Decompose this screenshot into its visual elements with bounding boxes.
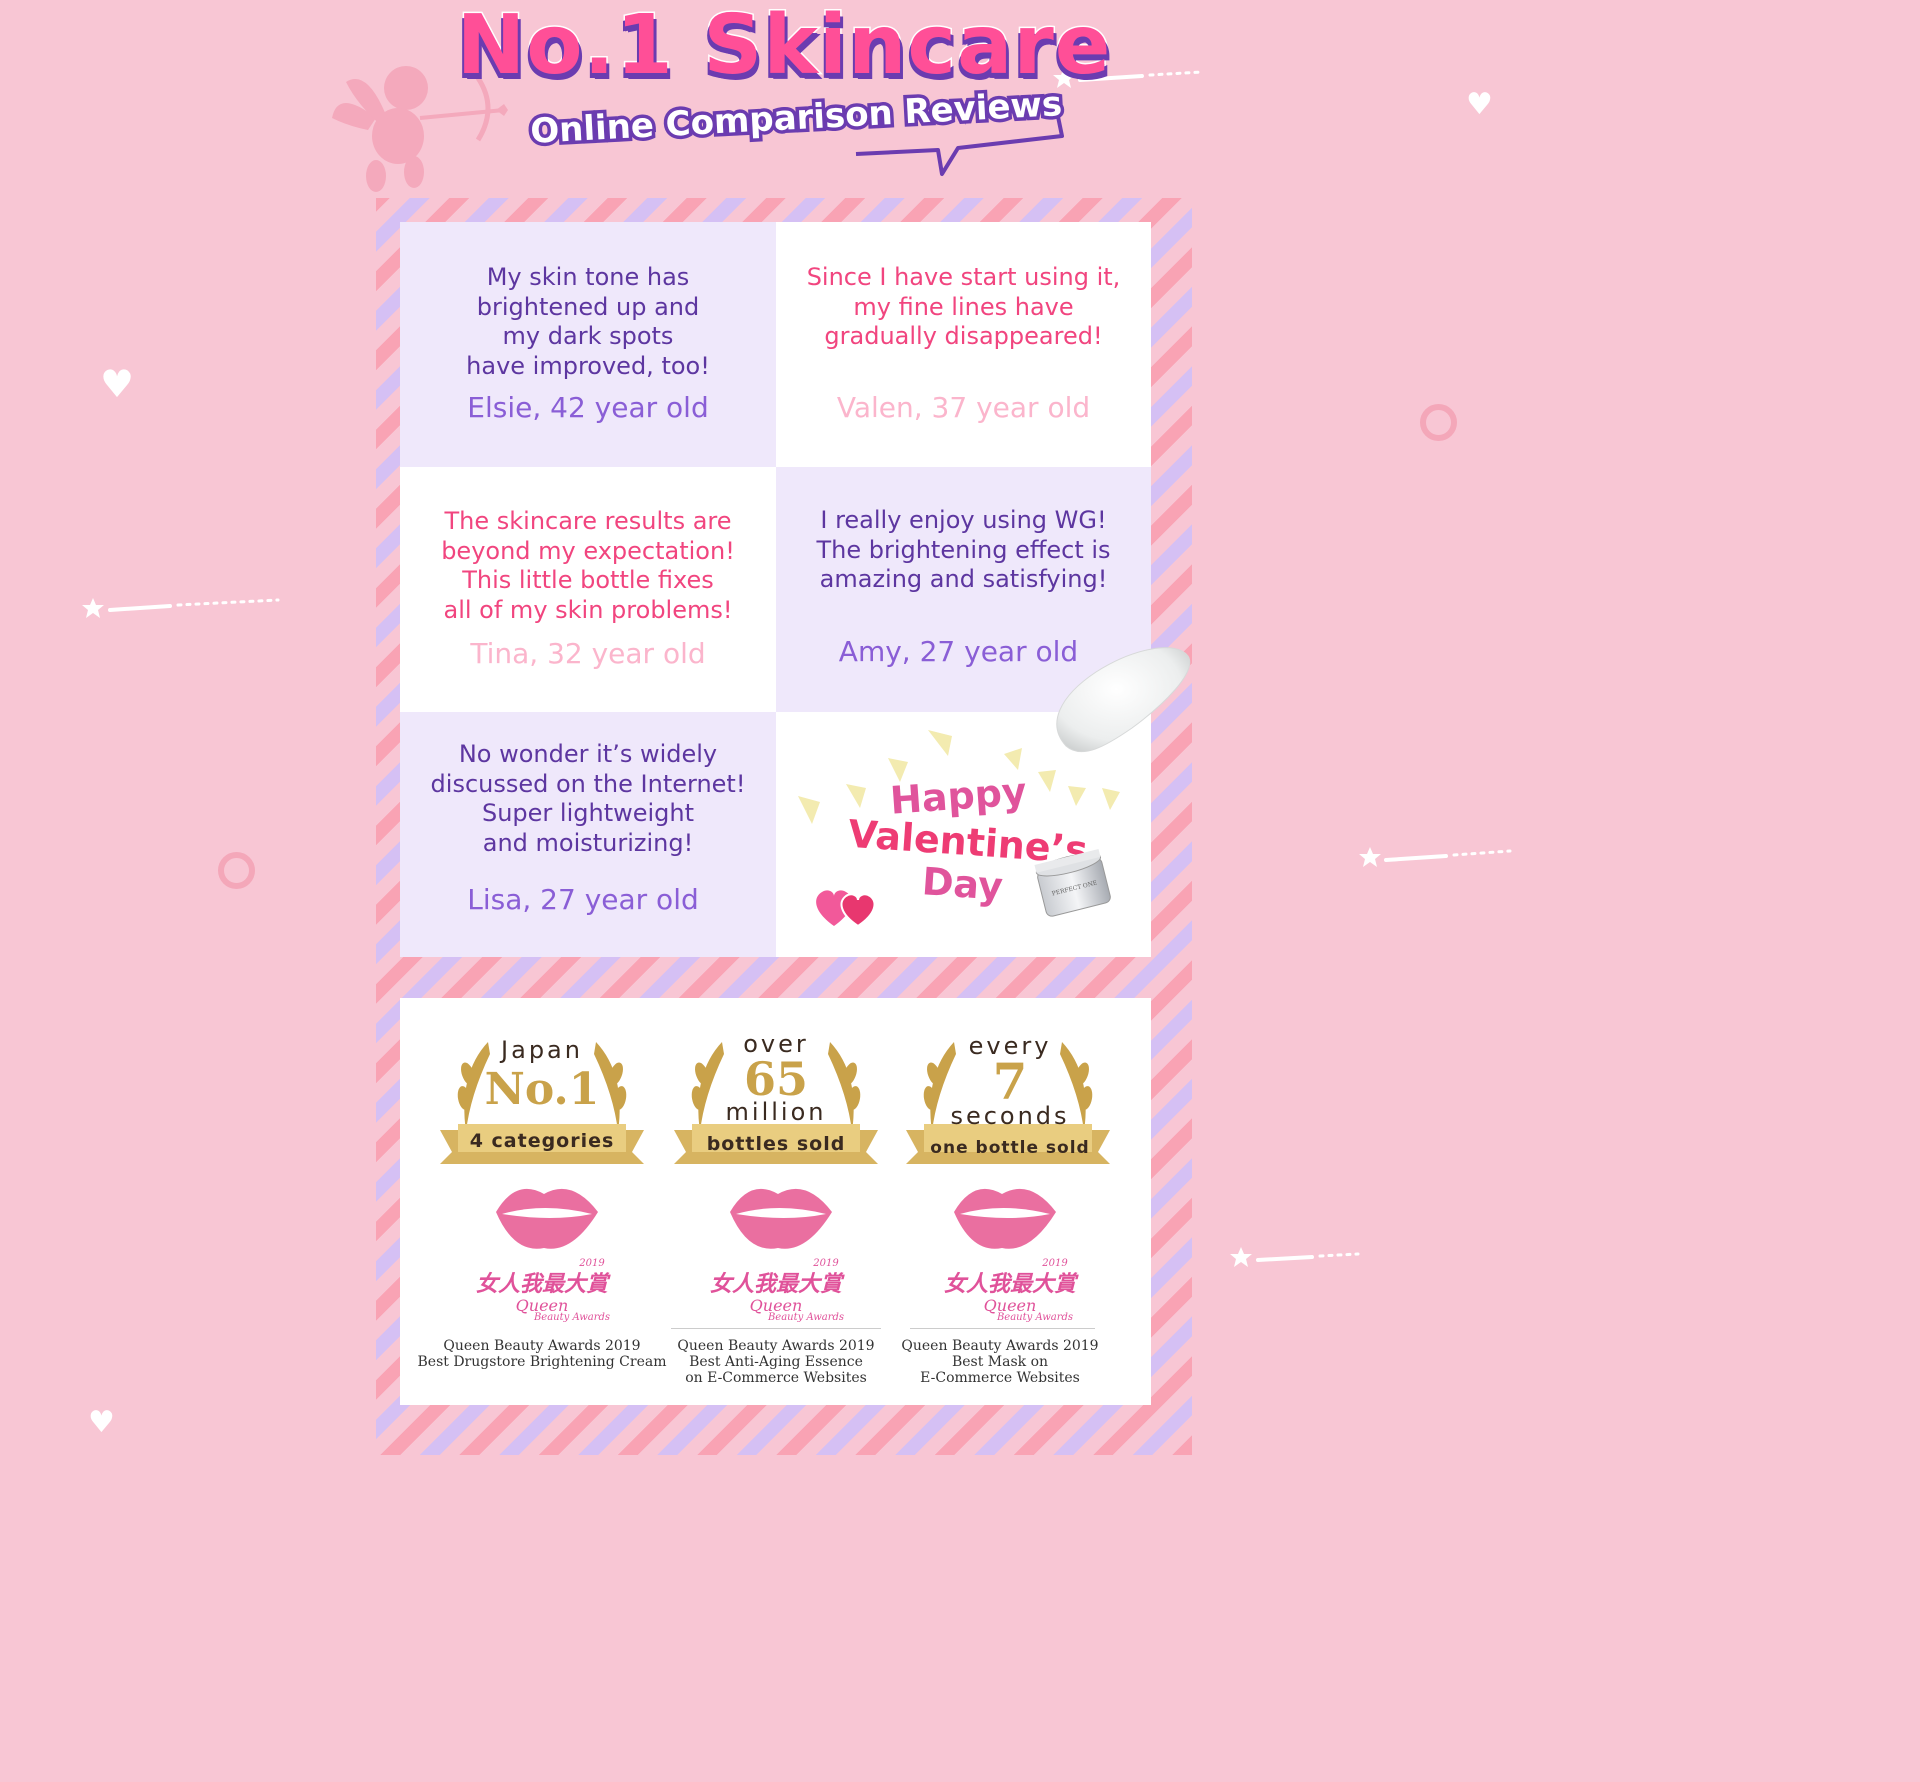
award-ribbon-text: 4 categories	[469, 1130, 615, 1152]
heart-icon: ♥	[1466, 87, 1493, 122]
subtitle-banner: Online Comparison Reviews	[520, 81, 1067, 182]
review-author: Lisa, 27 year old	[467, 883, 699, 916]
award-badge: every 7 seconds one bottle sold 女人我最大賞 2…	[890, 998, 1130, 1405]
review-quote: No wonder it’s widely discussed on the I…	[400, 740, 776, 858]
review-card: Since I have start using it, my fine lin…	[776, 222, 1151, 467]
cream-jar-icon: PERFECT ONE	[1034, 849, 1111, 917]
qb-year: 2019	[579, 1258, 605, 1269]
queen-beauty-logo: 女人我最大賞	[422, 1266, 662, 1298]
quote-line: Since I have start using it,	[806, 263, 1121, 291]
hearts-icon	[816, 890, 876, 928]
award-caption: Queen Beauty Awards 2019 Best Mask on E-…	[860, 1338, 1140, 1386]
qb-chinese-text: 女人我最大賞	[709, 1271, 842, 1297]
lips-icon	[496, 1188, 598, 1249]
queen-beauty-logo: 女人我最大賞	[890, 1266, 1130, 1298]
shooting-star-icon	[82, 598, 280, 618]
review-author: Tina, 32 year old	[470, 637, 706, 670]
quote-line: have improved, too!	[466, 351, 710, 380]
heart-icon: ♥	[100, 362, 135, 406]
caption-line: E-Commerce Websites	[920, 1370, 1080, 1386]
awards-section: Japan No.1 4 categories 女人我最大賞 2019 Quee…	[400, 998, 1151, 1405]
qb-en2: Beauty Awards	[767, 1312, 845, 1323]
qb-en2: Beauty Awards	[533, 1312, 611, 1323]
ring-icon	[218, 852, 255, 889]
quote-line: No wonder it’s widely	[458, 740, 718, 768]
shooting-star-icon	[1359, 847, 1512, 867]
lips-icon	[954, 1188, 1056, 1249]
qb-en2: Beauty Awards	[996, 1312, 1074, 1323]
shooting-star-icon	[1230, 1247, 1360, 1267]
quote-line: gradually disappeared!	[824, 322, 1103, 350]
award-mid-text: million	[725, 1098, 827, 1126]
quote-line: amazing and satisfying!	[819, 565, 1108, 593]
qb-chinese-text: 女人我最大賞	[475, 1271, 608, 1297]
quote-line: My skin tone has	[486, 263, 690, 291]
divider	[910, 1328, 1095, 1329]
quote-line: and moisturizing!	[482, 828, 694, 857]
review-author: Valen, 37 year old	[836, 391, 1091, 424]
caption-line: Best Mask on	[951, 1354, 1049, 1370]
caption-line: Queen Beauty Awards 2019	[901, 1338, 1099, 1354]
heart-icon: ♥	[88, 1405, 115, 1440]
award-big-text: No.1	[484, 1064, 600, 1115]
quote-line: my fine lines have	[853, 292, 1074, 321]
quote-line: Super lightweight	[481, 799, 695, 827]
quote-line: This little bottle fixes	[462, 566, 714, 594]
review-quote: The skincare results are beyond my expec…	[400, 507, 776, 625]
quote-line: I really enjoy using WG!	[820, 506, 1107, 534]
review-author: Elsie, 42 year old	[467, 391, 709, 424]
quote-line: discussed on the Internet!	[430, 769, 746, 798]
quote-line: all of my skin problems!	[443, 595, 733, 624]
valentine-line-3: Day	[918, 857, 1007, 912]
quote-line: my dark spots	[502, 322, 674, 350]
award-badge: Japan No.1 4 categories 女人我最大賞 2019 Quee…	[418, 998, 667, 1405]
queen-beauty-logo: 女人我最大賞	[656, 1266, 896, 1298]
review-card: My skin tone has brightened up and my da…	[400, 222, 776, 467]
award-top-text: Japan	[501, 1036, 583, 1064]
divider	[671, 1328, 881, 1329]
quote-line: The skincare results are	[444, 507, 732, 535]
qb-year: 2019	[1042, 1258, 1068, 1269]
lips-icon	[730, 1188, 832, 1249]
quote-line: beyond my expectation!	[441, 536, 735, 565]
qb-chinese-text: 女人我最大賞	[943, 1271, 1076, 1297]
ring-icon	[1420, 404, 1457, 441]
review-quote: I really enjoy using WG! The brightening…	[776, 506, 1151, 595]
qb-year: 2019	[813, 1258, 839, 1269]
review-card: No wonder it’s widely discussed on the I…	[400, 712, 776, 957]
award-ribbon-text: one bottle sold	[930, 1138, 1090, 1158]
quote-line: brightened up and	[476, 292, 700, 321]
review-quote: Since I have start using it, my fine lin…	[776, 263, 1151, 352]
quote-line: The brightening effect is	[816, 535, 1111, 564]
cream-swatch-icon	[1056, 647, 1191, 753]
award-ribbon-text: bottles sold	[706, 1133, 846, 1155]
review-card: The skincare results are beyond my expec…	[400, 467, 776, 712]
page-title: No.1 Skincare	[455, 0, 1112, 95]
review-quote: My skin tone has brightened up and my da…	[400, 263, 776, 381]
award-mid-text: seconds	[950, 1102, 1070, 1130]
reviews-grid: My skin tone has brightened up and my da…	[400, 222, 1151, 957]
